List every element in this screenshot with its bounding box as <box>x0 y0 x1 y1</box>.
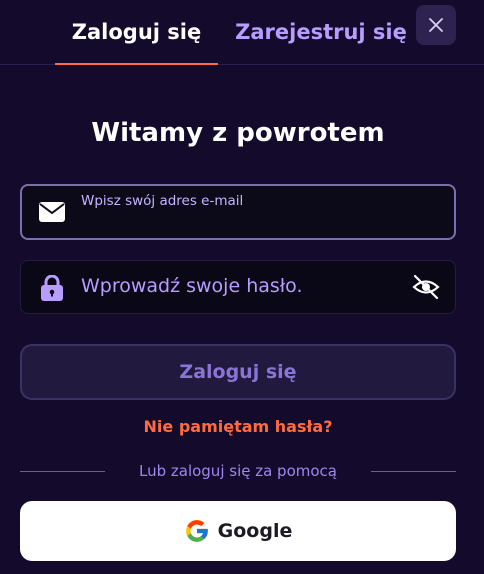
close-icon <box>429 18 443 32</box>
tab-register[interactable]: Zarejestruj się <box>232 0 410 64</box>
google-button-label: Google <box>217 520 293 542</box>
close-button[interactable] <box>416 5 456 45</box>
eye-off-icon[interactable] <box>411 273 441 305</box>
page-title: Witamy z powrotem <box>91 118 385 148</box>
password-placeholder: Wprowadź swoje hasło. <box>81 275 303 297</box>
forgot-password-link[interactable]: Nie pamiętam hasła? <box>0 417 476 436</box>
tab-login[interactable]: Zaloguj się <box>55 0 218 65</box>
envelope-icon <box>39 202 65 226</box>
email-label: Wpisz swój adres e-mail <box>81 193 244 209</box>
divider-line-left <box>20 471 105 472</box>
divider-text: Lub zaloguj się za pomocą <box>138 462 337 480</box>
login-button[interactable]: Zaloguj się <box>20 344 456 400</box>
lock-icon <box>41 274 63 305</box>
password-field[interactable]: Wprowadź swoje hasło. <box>20 260 456 314</box>
divider-line-right <box>371 471 456 472</box>
email-field[interactable]: Wpisz swój adres e-mail <box>20 184 456 240</box>
auth-tabs: Zaloguj się Zarejestruj się <box>0 0 484 65</box>
google-login-button[interactable]: Google <box>20 501 456 561</box>
google-logo-icon <box>184 518 210 544</box>
